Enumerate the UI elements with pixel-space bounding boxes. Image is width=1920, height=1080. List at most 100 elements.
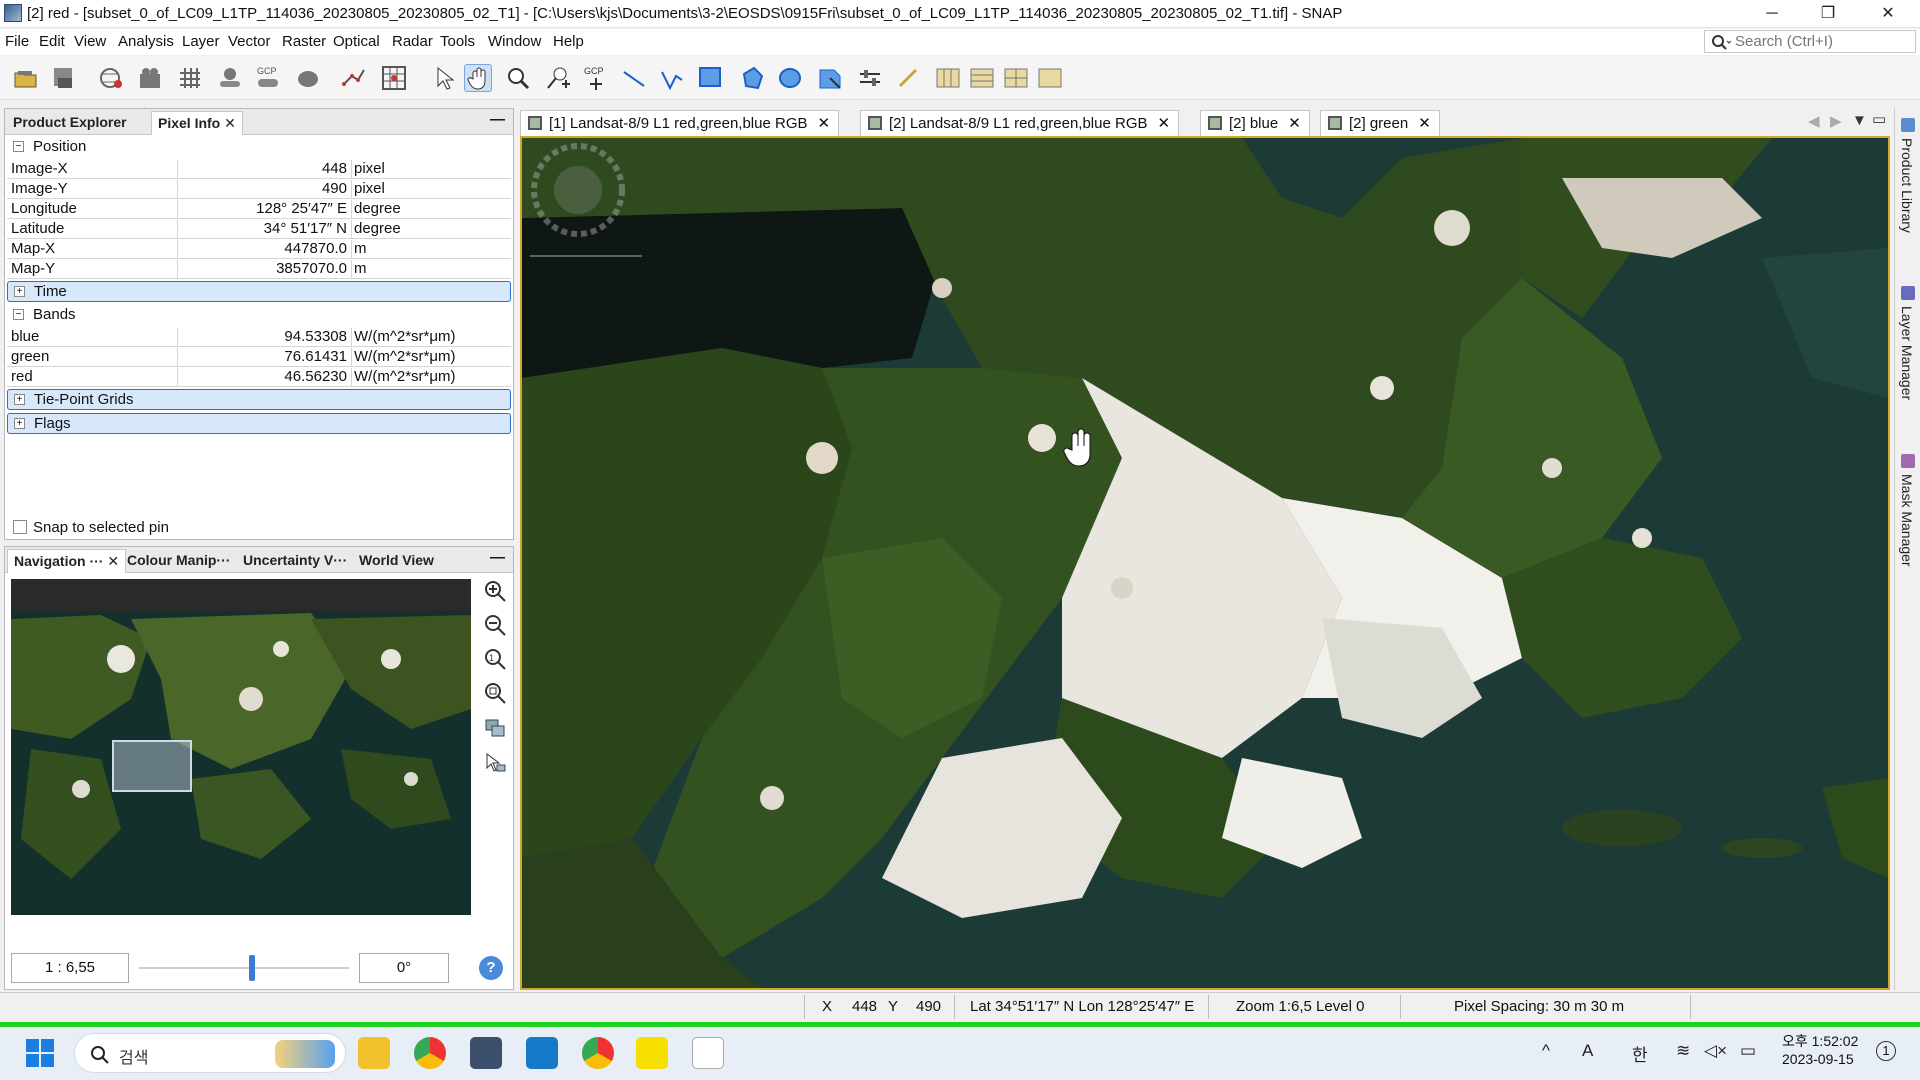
menu-view[interactable]: View bbox=[74, 33, 106, 50]
open-product-icon[interactable] bbox=[12, 64, 40, 92]
mask-manager-tab[interactable]: Mask Manager bbox=[1899, 474, 1915, 567]
volume-muted-icon[interactable]: ◁× bbox=[1704, 1041, 1727, 1061]
polygon-drawing-icon[interactable] bbox=[738, 64, 766, 92]
product-library-icon[interactable] bbox=[1901, 118, 1915, 132]
range-finder-icon[interactable] bbox=[380, 64, 408, 92]
help-icon[interactable]: ? bbox=[479, 956, 503, 980]
tile-grid-icon[interactable] bbox=[1002, 64, 1030, 92]
pin-icon[interactable] bbox=[216, 64, 244, 92]
tray-ime[interactable]: 한 bbox=[1632, 1041, 1648, 1066]
group-tie-point-grids[interactable]: + Tie-Point Grids bbox=[7, 389, 511, 410]
taskbar-search[interactable]: 검색 bbox=[74, 1033, 346, 1073]
tab-uncertainty-visualisation[interactable]: Uncertainty V··· bbox=[237, 549, 353, 573]
expand-icon[interactable]: + bbox=[14, 394, 25, 405]
menu-radar[interactable]: Radar bbox=[392, 33, 433, 50]
menu-analysis[interactable]: Analysis bbox=[118, 33, 174, 50]
expand-icon[interactable]: + bbox=[14, 418, 25, 429]
menu-raster[interactable]: Raster bbox=[282, 33, 326, 50]
range-icon[interactable] bbox=[856, 64, 884, 92]
group-flags[interactable]: + Flags bbox=[7, 413, 511, 434]
minimize-panel-button[interactable]: — bbox=[490, 549, 505, 566]
tile-window-icon[interactable] bbox=[1036, 64, 1064, 92]
pan-tool-icon[interactable] bbox=[464, 64, 492, 92]
chrome-icon[interactable] bbox=[414, 1037, 446, 1069]
close-icon[interactable]: ✕ bbox=[1288, 115, 1301, 132]
zoom-actual-pixel-icon[interactable]: 1 bbox=[483, 647, 507, 671]
file-explorer-icon[interactable] bbox=[358, 1037, 390, 1069]
close-icon[interactable]: ✕ bbox=[1158, 115, 1171, 132]
tab-product-explorer[interactable]: Product Explorer bbox=[7, 111, 133, 135]
tray-lang[interactable]: A bbox=[1582, 1041, 1593, 1061]
polyline-drawing-icon[interactable] bbox=[658, 64, 686, 92]
expand-icon[interactable]: + bbox=[14, 286, 25, 297]
magic-wand-icon[interactable] bbox=[816, 64, 844, 92]
clock-time[interactable]: 오후 1:52:02 bbox=[1782, 1031, 1858, 1051]
windows-start-icon[interactable] bbox=[24, 1037, 56, 1069]
snap-taskbar-icon[interactable] bbox=[470, 1037, 502, 1069]
tile-horizontal-icon[interactable] bbox=[934, 64, 962, 92]
close-icon[interactable]: ✕ bbox=[107, 553, 119, 569]
tile-vertical-icon[interactable] bbox=[968, 64, 996, 92]
close-icon[interactable]: ✕ bbox=[224, 115, 236, 131]
tab-view-1-rgb[interactable]: [1] Landsat-8/9 L1 red,green,blue RGB ✕ bbox=[520, 110, 840, 136]
rectangle-drawing-icon[interactable] bbox=[696, 64, 724, 92]
tab-view-2-blue[interactable]: [2] blue ✕ bbox=[1200, 110, 1310, 136]
menu-file[interactable]: File bbox=[5, 33, 29, 50]
close-button[interactable]: ✕ bbox=[1860, 0, 1916, 28]
network-monitor-icon[interactable] bbox=[692, 1037, 724, 1069]
app-window-icon[interactable] bbox=[526, 1037, 558, 1069]
layer-manager-icon[interactable] bbox=[1901, 286, 1915, 300]
collapse-icon[interactable]: − bbox=[13, 141, 24, 152]
chrome-profile-icon[interactable] bbox=[582, 1037, 614, 1069]
sync-views-icon[interactable] bbox=[483, 717, 507, 741]
close-icon[interactable]: ✕ bbox=[818, 115, 831, 132]
scroll-right-icon[interactable]: ▶ bbox=[1830, 112, 1842, 130]
tab-pixel-info[interactable]: Pixel Info ✕ bbox=[151, 111, 243, 135]
show-hidden-icons-icon[interactable]: ^ bbox=[1542, 1041, 1550, 1061]
sync-cursor-icon[interactable] bbox=[483, 751, 507, 775]
zoom-slider-track[interactable] bbox=[139, 967, 349, 969]
minimize-panel-button[interactable]: — bbox=[490, 111, 505, 128]
menu-help[interactable]: Help bbox=[553, 33, 584, 50]
pin-placing-icon[interactable] bbox=[544, 64, 572, 92]
export-icon[interactable] bbox=[136, 64, 164, 92]
tab-view-2-rgb[interactable]: [2] Landsat-8/9 L1 red,green,blue RGB ✕ bbox=[860, 110, 1180, 136]
checkbox-icon[interactable] bbox=[13, 520, 27, 534]
close-icon[interactable]: ✕ bbox=[1418, 115, 1431, 132]
line-drawing-icon[interactable] bbox=[620, 64, 648, 92]
maximize-view-icon[interactable]: ▭ bbox=[1872, 110, 1886, 128]
graticule-icon[interactable] bbox=[176, 64, 204, 92]
menu-vector[interactable]: Vector bbox=[228, 33, 271, 50]
ellipse-drawing-icon[interactable] bbox=[776, 64, 804, 92]
clock-date[interactable]: 2023-09-15 bbox=[1782, 1051, 1854, 1067]
menu-layer[interactable]: Layer bbox=[182, 33, 220, 50]
navigation-overview-image[interactable] bbox=[11, 579, 471, 915]
select-tool-icon[interactable] bbox=[430, 64, 458, 92]
group-bands[interactable]: − Bands bbox=[7, 305, 511, 326]
shape-icon[interactable] bbox=[294, 64, 322, 92]
product-library-tab[interactable]: Product Library bbox=[1899, 138, 1915, 233]
collapse-icon[interactable]: − bbox=[13, 309, 24, 320]
scale-field[interactable]: 1 : 6,55 bbox=[11, 953, 129, 983]
scroll-left-icon[interactable]: ◀ bbox=[1808, 112, 1820, 130]
snap-to-pin-checkbox[interactable]: Snap to selected pin bbox=[13, 519, 169, 536]
satellite-image-view[interactable] bbox=[520, 136, 1890, 990]
tab-colour-manipulation[interactable]: Colour Manip··· bbox=[121, 549, 236, 573]
save-product-icon[interactable] bbox=[50, 64, 78, 92]
restore-button[interactable]: ❐ bbox=[1800, 0, 1856, 28]
menu-tools[interactable]: Tools bbox=[440, 33, 475, 50]
layer-manager-tab[interactable]: Layer Manager bbox=[1899, 306, 1915, 400]
tab-world-view[interactable]: World View bbox=[353, 549, 440, 573]
zoom-all-icon[interactable] bbox=[483, 681, 507, 705]
minimize-button[interactable]: ─ bbox=[1744, 0, 1800, 28]
tab-view-2-green[interactable]: [2] green ✕ bbox=[1320, 110, 1440, 136]
tab-navigation[interactable]: Navigation ··· ✕ bbox=[7, 549, 127, 573]
zoom-out-icon[interactable] bbox=[483, 613, 507, 637]
tab-list-dropdown-icon[interactable]: ▼ bbox=[1852, 112, 1867, 129]
reprojection-icon[interactable] bbox=[98, 64, 126, 92]
gcp-icon[interactable]: GCP bbox=[254, 64, 282, 92]
pixel-geocoding-icon[interactable] bbox=[340, 64, 368, 92]
zoom-in-icon[interactable] bbox=[483, 579, 507, 603]
measure-icon[interactable] bbox=[894, 64, 922, 92]
rotation-field[interactable]: 0° bbox=[359, 953, 449, 983]
